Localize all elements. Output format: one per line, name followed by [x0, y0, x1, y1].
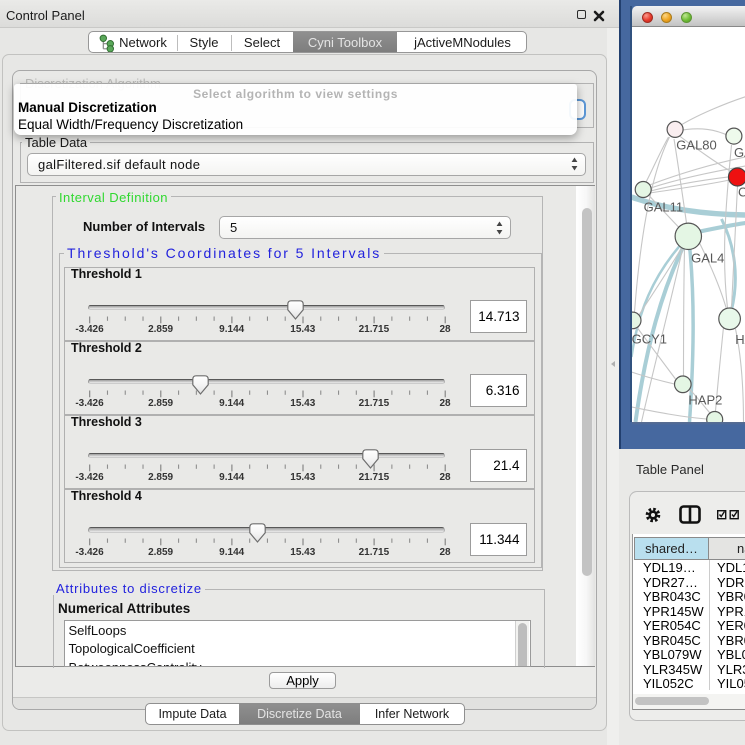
svg-text:CRP1: CRP1	[738, 185, 745, 200]
svg-text:HAP2: HAP2	[688, 393, 722, 408]
svg-text:GAL3: GAL3	[734, 145, 745, 160]
svg-text:GAL4: GAL4	[691, 250, 724, 265]
svg-text:GCY1: GCY1	[632, 331, 667, 346]
svg-text:GAL11: GAL11	[644, 199, 684, 214]
svg-text:HAP4: HAP4	[735, 332, 745, 347]
svg-text:GAL80: GAL80	[676, 138, 716, 153]
